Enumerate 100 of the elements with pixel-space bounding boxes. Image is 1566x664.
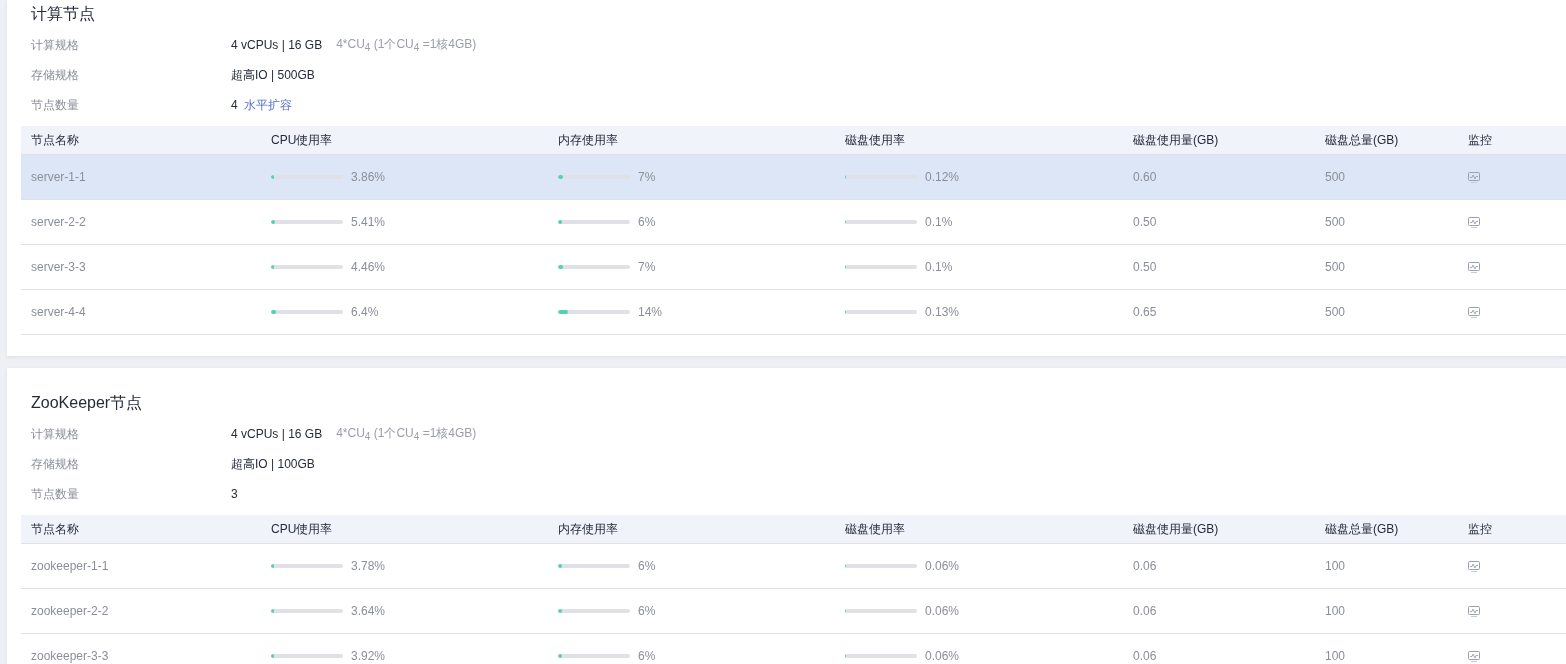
usage-percent: 0.06% (925, 559, 960, 573)
column-header: CPU使用率 (271, 520, 334, 538)
usage-bar (845, 310, 917, 314)
column-header: 磁盘总量(GB) (1325, 131, 1400, 149)
table-row[interactable]: server-3-3 4.46% 7% 0.1% 0.50 500 (21, 245, 1566, 290)
table-cell-text: 500 (1325, 215, 1347, 229)
usage-percent: 0.12% (925, 170, 960, 184)
usage-bar (845, 220, 917, 224)
usage-bar (558, 609, 630, 613)
column-header: CPU使用率 (271, 131, 334, 149)
usage-percent: 0.06% (925, 649, 960, 663)
node-name: zookeeper-3-3 (31, 649, 110, 663)
table-row[interactable]: server-2-2 5.41% 6% 0.1% 0.50 500 (21, 200, 1566, 245)
usage-bar (271, 220, 343, 224)
table-cell-text: 500 (1325, 170, 1347, 184)
usage-percent: 6% (638, 604, 656, 618)
monitor-chart-icon[interactable] (1468, 261, 1480, 273)
usage-bar (845, 265, 917, 269)
spec-value: 4 (231, 98, 238, 112)
table-cell-text: 0.50 (1133, 215, 1158, 229)
usage-percent: 7% (638, 260, 656, 274)
spec-label: 存储规格 (31, 455, 80, 473)
spec-note: 4*CU$_{4}$ (1个CU$_{4}$ =1核4GB) (336, 36, 477, 54)
usage-percent: 3.78% (351, 559, 386, 573)
monitor-chart-icon[interactable] (1468, 560, 1480, 572)
monitor-chart-icon[interactable] (1468, 216, 1480, 228)
usage-bar (271, 564, 343, 568)
monitor-chart-icon[interactable] (1468, 171, 1480, 183)
table-cell-text: 0.60 (1133, 170, 1158, 184)
table-cell-text: 100 (1325, 559, 1347, 573)
table-row[interactable]: server-4-4 6.4% 14% 0.13% 0.65 500 (21, 290, 1566, 335)
usage-percent: 0.1% (925, 260, 953, 274)
table-cell-text: 100 (1325, 649, 1347, 663)
column-header: 磁盘使用率 (845, 520, 906, 538)
table-cell-text: 500 (1325, 260, 1347, 274)
table-row[interactable]: zookeeper-3-3 3.92% 6% 0.06% 0.06 100 (21, 634, 1566, 664)
table-cell-text: 100 (1325, 604, 1347, 618)
table-cell-text: 0.65 (1133, 305, 1158, 319)
usage-percent: 7% (638, 170, 656, 184)
column-header: 磁盘使用量(GB) (1133, 520, 1220, 538)
usage-percent: 6% (638, 649, 656, 663)
usage-percent: 6.4% (351, 305, 379, 319)
table-cell-text: 0.50 (1133, 260, 1158, 274)
spec-value: 4 vCPUs | 16 GB (231, 38, 323, 52)
spec-label: 节点数量 (31, 485, 80, 503)
column-header: 节点名称 (31, 520, 80, 538)
spec-value: 3 (231, 487, 238, 501)
monitor-chart-icon[interactable] (1468, 650, 1480, 662)
spec-label: 存储规格 (31, 66, 80, 84)
node-name: zookeeper-2-2 (31, 604, 110, 618)
column-header: 监控 (1468, 131, 1493, 149)
usage-percent: 4.46% (351, 260, 386, 274)
table-row[interactable]: server-1-1 3.86% 7% 0.12% 0.60 500 (21, 155, 1566, 200)
spec-value: 超高IO | 100GB (231, 455, 315, 473)
usage-bar (271, 310, 343, 314)
section-title: 计算节点 (30, 4, 96, 24)
table-cell-text: 0.06 (1133, 559, 1158, 573)
usage-bar (558, 654, 630, 658)
spec-value: 超高IO | 500GB (231, 66, 315, 84)
spec-label: 节点数量 (31, 96, 80, 114)
usage-percent: 5.41% (351, 215, 386, 229)
usage-bar (845, 654, 917, 658)
column-header: 磁盘使用量(GB) (1133, 131, 1220, 149)
usage-percent: 3.86% (351, 170, 386, 184)
node-name: zookeeper-1-1 (31, 559, 110, 573)
node-name: server-1-1 (31, 170, 87, 184)
column-header: 监控 (1468, 520, 1493, 538)
table-cell-text: 500 (1325, 305, 1347, 319)
column-header: 磁盘总量(GB) (1325, 520, 1400, 538)
node-name: server-2-2 (31, 215, 87, 229)
usage-percent: 0.13% (925, 305, 960, 319)
usage-percent: 0.1% (925, 215, 953, 229)
usage-bar (845, 564, 917, 568)
spec-label: 计算规格 (31, 36, 80, 54)
column-header: 节点名称 (31, 131, 80, 149)
usage-percent: 6% (638, 559, 656, 573)
usage-bar (271, 609, 343, 613)
usage-bar (271, 265, 343, 269)
usage-bar (558, 265, 630, 269)
usage-bar (271, 654, 343, 658)
spec-note: 4*CU$_{4}$ (1个CU$_{4}$ =1核4GB) (336, 425, 477, 443)
table-row[interactable]: zookeeper-1-1 3.78% 6% 0.06% 0.06 100 (21, 544, 1566, 589)
table-cell-text: 0.06 (1133, 649, 1158, 663)
node-name: server-3-3 (31, 260, 87, 274)
usage-bar (558, 220, 630, 224)
usage-percent: 3.64% (351, 604, 386, 618)
usage-percent: 6% (638, 215, 656, 229)
usage-bar (558, 310, 630, 314)
spec-label: 计算规格 (31, 425, 80, 443)
monitor-chart-icon[interactable] (1468, 605, 1480, 617)
node-name: server-4-4 (31, 305, 87, 319)
column-header: 内存使用率 (558, 520, 619, 538)
table-cell-text: 0.06 (1133, 604, 1158, 618)
usage-percent: 0.06% (925, 604, 960, 618)
table-row[interactable]: zookeeper-2-2 3.64% 6% 0.06% 0.06 100 (21, 589, 1566, 634)
usage-bar (558, 564, 630, 568)
section-title: ZooKeeper节点 (30, 393, 144, 413)
scale-out-link[interactable]: 水平扩容 (243, 96, 292, 114)
monitor-chart-icon[interactable] (1468, 306, 1480, 318)
usage-bar (845, 609, 917, 613)
